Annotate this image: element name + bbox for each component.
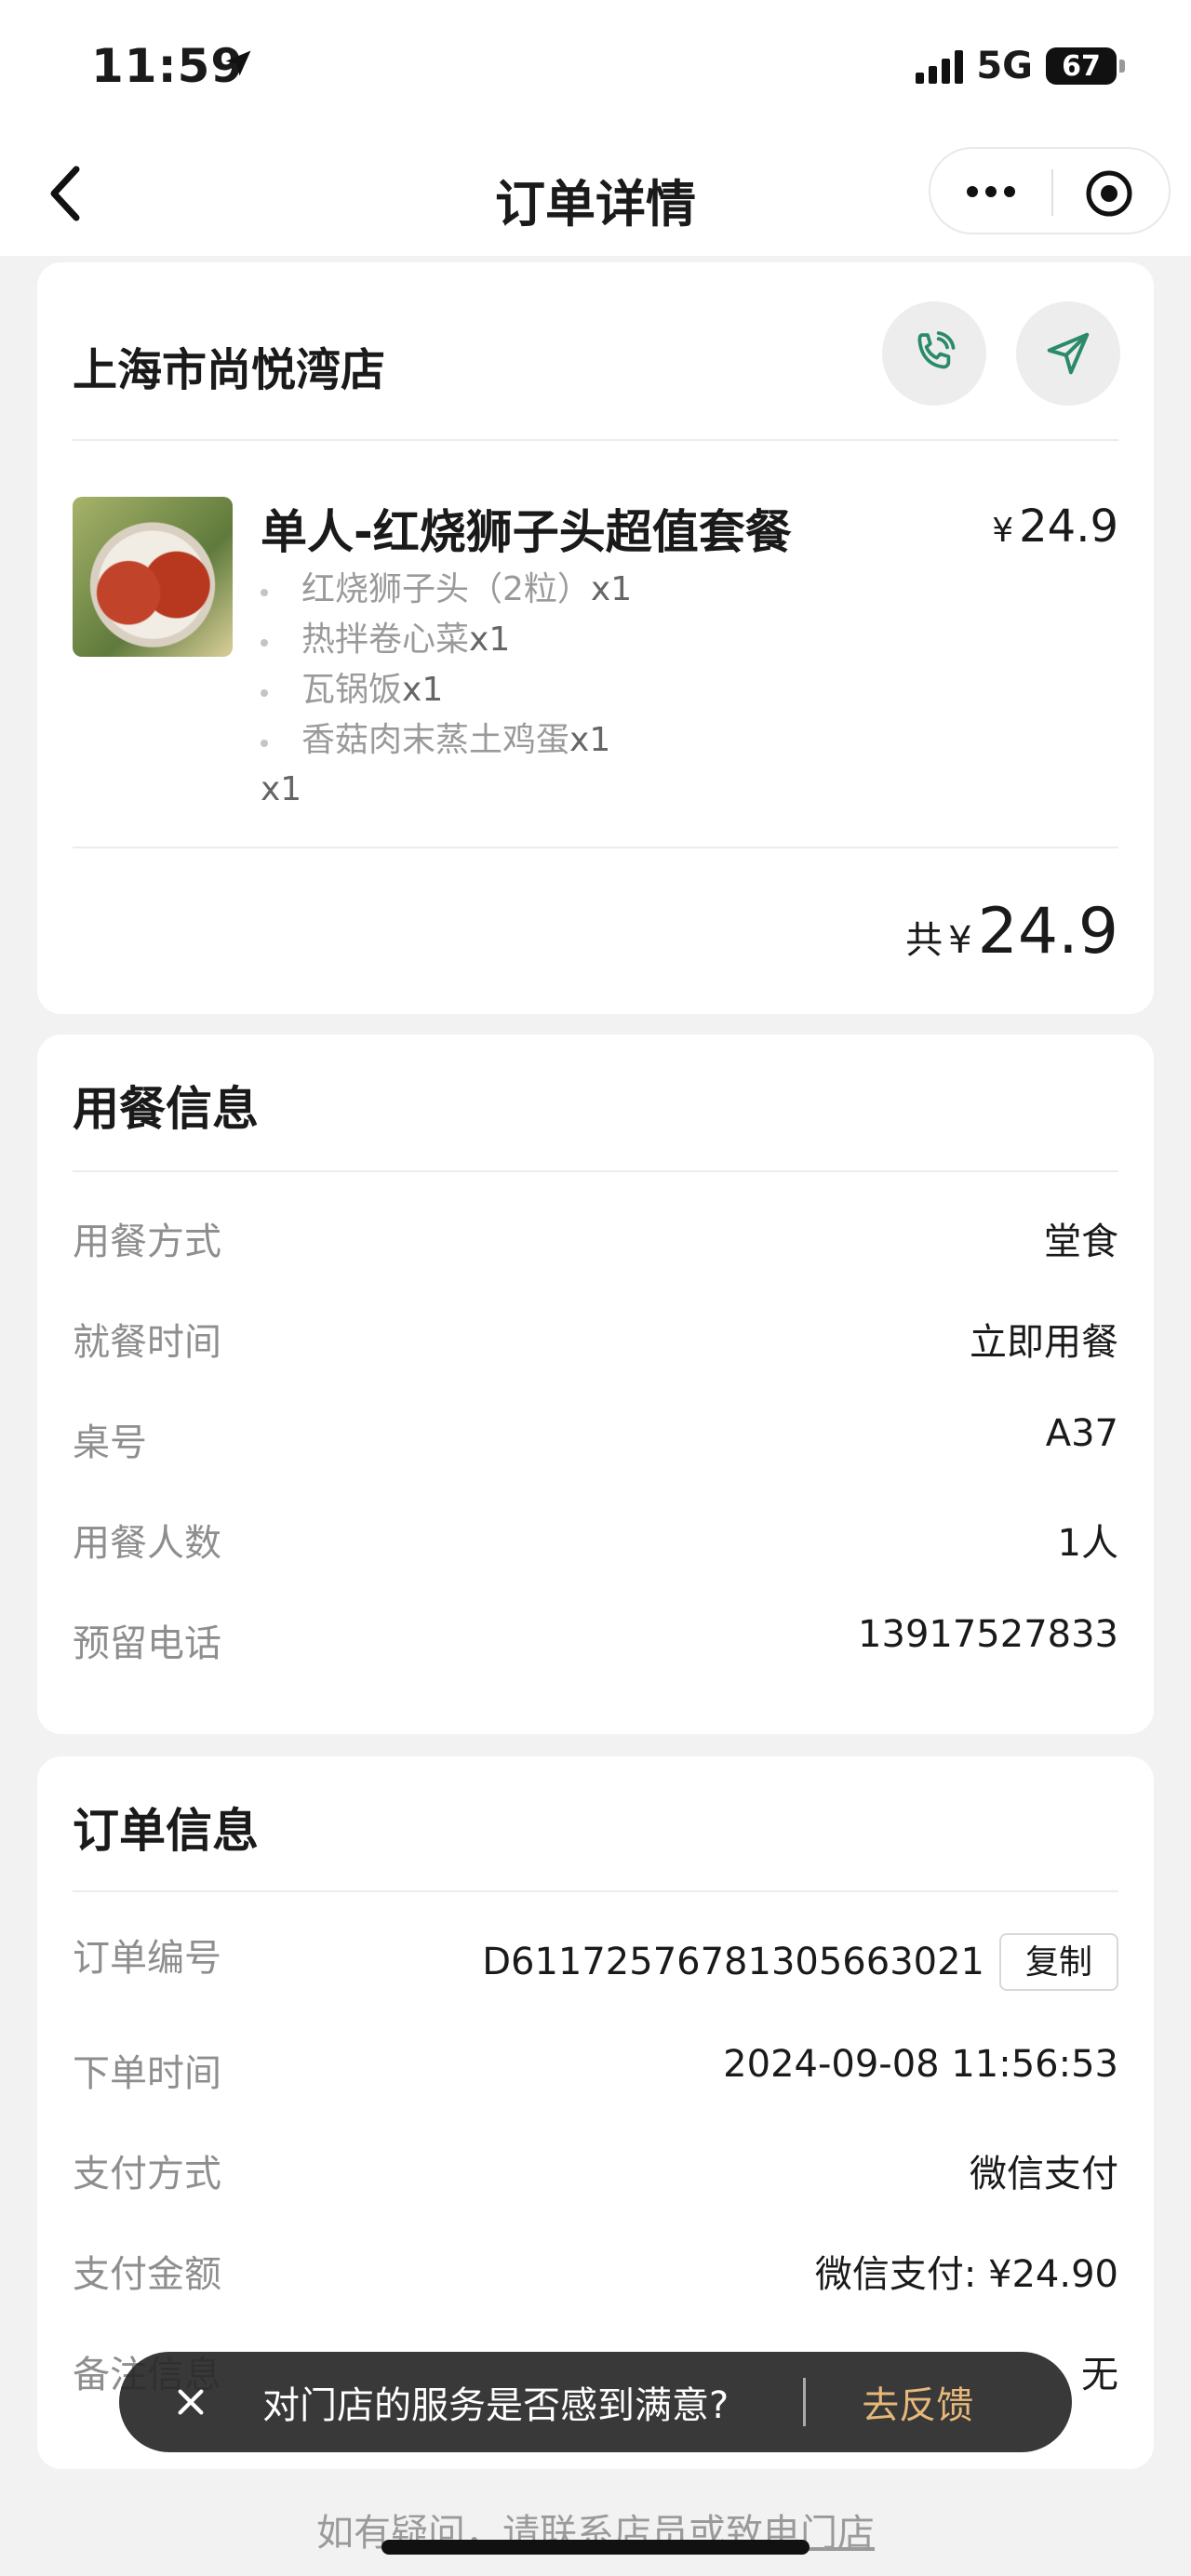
divider	[73, 1170, 1118, 1172]
home-indicator[interactable]	[381, 2540, 810, 2555]
order-number: D6117257678130566302​1	[482, 1941, 984, 1983]
info-row-party-size: 用餐人数 1人	[73, 1513, 1118, 1568]
navigation-arrow-icon	[1047, 332, 1090, 375]
list-item: 瓦锅饭x1	[261, 665, 632, 715]
list-item: 香菇肉末蒸土鸡蛋x1	[261, 715, 632, 766]
item-name: 瓦锅饭	[301, 671, 403, 709]
item-name: 香菇肉末蒸土鸡蛋	[301, 721, 570, 759]
info-row-payment-method: 支付方式 微信支付	[73, 2143, 1118, 2199]
section-title: 用餐信息	[73, 1082, 259, 1136]
info-row-dining-mode: 用餐方式 堂食	[73, 1211, 1118, 1267]
row-value: 微信支付: ¥24.90	[814, 2253, 1118, 2296]
total-currency: ¥	[948, 919, 972, 962]
location-arrow-icon	[221, 47, 255, 84]
store-name: 上海市尚悦湾店	[73, 344, 386, 396]
row-label: 就餐时间	[73, 1321, 221, 1364]
mini-program-capsule	[929, 147, 1171, 234]
row-value: 1人	[1057, 1522, 1118, 1565]
toast-message: 对门店的服务是否感到满意?	[262, 2384, 729, 2427]
row-label: 下单时间	[73, 2052, 221, 2095]
feedback-button[interactable]: 去反馈	[862, 2375, 973, 2429]
top-bar: 11:59 5G 67 订单详情	[0, 0, 1191, 256]
item-qty: x1	[469, 621, 511, 659]
call-store-button[interactable]	[882, 301, 986, 406]
row-value: A37	[1045, 1412, 1118, 1455]
capsule-divider	[1051, 169, 1053, 216]
order-summary-card: 上海市尚悦湾店 单人-红烧狮子头超值套餐 ¥24.9 红烧狮子头（2粒）x1 热…	[37, 262, 1154, 1014]
set-items-list: 红烧狮子头（2粒）x1 热拌卷心菜x1 瓦锅饭x1 香菇肉末蒸土鸡蛋x1	[261, 565, 632, 766]
item-qty: x1	[569, 721, 611, 759]
item-qty: x1	[402, 671, 444, 709]
info-row-table-number: 桌号 A37	[73, 1412, 1118, 1468]
close-miniprogram-button[interactable]	[1083, 167, 1135, 220]
row-label: 订单编号	[73, 1937, 221, 1980]
phone-icon	[917, 331, 956, 369]
info-row-phone: 预留电话 13917527833	[73, 1613, 1118, 1669]
row-label: 桌号	[73, 1421, 147, 1464]
list-item: 红烧狮子头（2粒）x1	[261, 565, 632, 615]
item-name: 热拌卷心菜	[301, 621, 470, 659]
row-value: D6117257678130566302​1 复制	[482, 1933, 1118, 1991]
product-image	[73, 497, 233, 657]
navigate-button[interactable]	[1016, 301, 1120, 406]
row-label: 支付方式	[73, 2153, 221, 2196]
more-button[interactable]	[960, 166, 1022, 218]
info-row-order-time: 下单时间 2024-09-08 11:56:53	[73, 2043, 1118, 2099]
signal-icon	[916, 48, 964, 84]
copy-button[interactable]: 复制	[999, 1933, 1118, 1991]
section-title: 订单信息	[73, 1804, 259, 1858]
info-row-dining-time: 就餐时间 立即用餐	[73, 1312, 1118, 1368]
status-indicators: 5G 67	[916, 45, 1125, 87]
currency-symbol: ¥	[992, 512, 1014, 550]
order-total: 共 ¥ 24.9	[905, 895, 1118, 968]
divider	[73, 847, 1118, 848]
battery-level: 67	[1062, 49, 1101, 83]
row-value: 立即用餐	[970, 1321, 1118, 1364]
row-label: 用餐人数	[73, 1522, 221, 1565]
battery-icon: 67	[1046, 47, 1125, 85]
product-price: ¥24.9	[992, 501, 1118, 553]
divider	[73, 1890, 1118, 1892]
info-row-order-number: 订单编号 D6117257678130566302​1 复制	[73, 1928, 1118, 1993]
toast-divider	[803, 2378, 807, 2426]
item-qty: x1	[590, 570, 633, 608]
toast-close-button[interactable]	[158, 2369, 223, 2435]
row-label: 用餐方式	[73, 1221, 221, 1263]
feedback-toast: 对门店的服务是否感到满意? 去反馈	[119, 2352, 1072, 2452]
product-title: 单人-红烧狮子头超值套餐	[261, 505, 792, 559]
item-name: 红烧狮子头（2粒）	[301, 570, 591, 608]
list-item: 热拌卷心菜x1	[261, 615, 632, 665]
info-row-payment-amount: 支付金额 微信支付: ¥24.90	[73, 2244, 1118, 2300]
target-icon	[1086, 170, 1132, 217]
total-label: 共	[905, 919, 943, 962]
total-amount: 24.9	[977, 895, 1118, 968]
dining-info-card: 用餐信息 用餐方式 堂食 就餐时间 立即用餐 桌号 A37 用餐人数 1人 预留…	[37, 1034, 1154, 1734]
row-value: 堂食	[1044, 1221, 1118, 1263]
row-value: 2024-09-08 11:56:53	[723, 2043, 1118, 2086]
row-label: 支付金额	[73, 2253, 221, 2296]
product-price-value: 24.9	[1019, 501, 1118, 553]
row-label: 预留电话	[73, 1622, 221, 1665]
network-type: 5G	[976, 45, 1033, 87]
row-value: 无	[1081, 2354, 1118, 2396]
product-quantity: x1	[261, 770, 302, 808]
close-icon	[178, 2389, 204, 2415]
row-value: 13917527833	[858, 1613, 1118, 1656]
row-value: 微信支付	[970, 2153, 1118, 2196]
divider	[73, 439, 1118, 441]
